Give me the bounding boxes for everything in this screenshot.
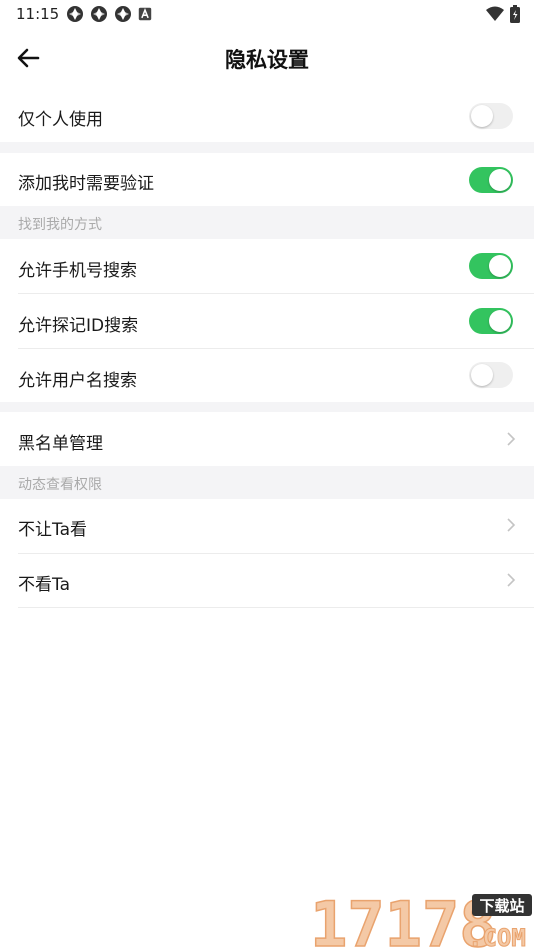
app-header: 隐私设置 [0,34,534,82]
row-divider [18,607,534,608]
verify-add-row[interactable]: 添加我时需要验证 [0,153,534,206]
moments-section-title: 动态查看权限 [18,477,102,493]
find-me-section-header: 找到我的方式 [0,206,534,239]
find-me-section-title: 找到我的方式 [18,217,102,233]
section-gap [0,402,534,412]
username-search-toggle[interactable] [469,362,513,388]
self-only-row[interactable]: 仅个人使用 [0,90,534,142]
id-search-toggle[interactable] [469,308,513,334]
battery-icon [510,5,520,23]
chevron-right-icon [507,573,516,587]
wifi-icon [486,6,504,21]
watermark-domain: .COM [468,924,526,950]
notification-icons [66,5,152,23]
hide-from-row[interactable]: 不让Ta看 [0,499,534,553]
hide-from-label: 不让Ta看 [18,520,87,540]
notification-icon [91,6,107,22]
system-icons [486,5,520,23]
site-watermark-logo: 17178 下载站 .COM [309,888,532,950]
chevron-right-icon [507,518,516,532]
blacklist-label: 黑名单管理 [18,434,103,454]
blacklist-row[interactable]: 黑名单管理 [0,412,534,466]
username-search-label: 允许用户名搜索 [18,371,137,391]
toggle-knob [489,169,511,191]
phone-search-label: 允许手机号搜索 [18,261,137,281]
toggle-knob [489,255,511,277]
toggle-knob [471,105,493,127]
page-title: 隐私设置 [225,48,309,72]
dont-see-row[interactable]: 不看Ta [0,554,534,607]
dont-see-label: 不看Ta [18,575,70,595]
notification-icon [115,6,131,22]
self-only-toggle[interactable] [469,103,513,129]
self-only-label: 仅个人使用 [18,110,103,130]
watermark-tag: 下载站 [479,897,524,915]
verify-add-toggle[interactable] [469,167,513,193]
moments-section-header: 动态查看权限 [0,466,534,499]
toggle-knob [471,364,493,386]
status-time: 11:15 [16,5,60,23]
toggle-knob [489,310,511,332]
username-search-row[interactable]: 允许用户名搜索 [0,349,534,402]
id-search-row[interactable]: 允许探记ID搜索 [0,294,534,348]
notification-icon [67,6,83,22]
phone-search-toggle[interactable] [469,253,513,279]
status-bar: 11:15 [0,0,534,28]
chevron-right-icon [507,432,516,446]
verify-add-label: 添加我时需要验证 [18,174,154,194]
phone-search-row[interactable]: 允许手机号搜索 [0,239,534,293]
section-gap [0,142,534,153]
app-badge-icon [138,7,152,21]
id-search-label: 允许探记ID搜索 [18,316,139,336]
